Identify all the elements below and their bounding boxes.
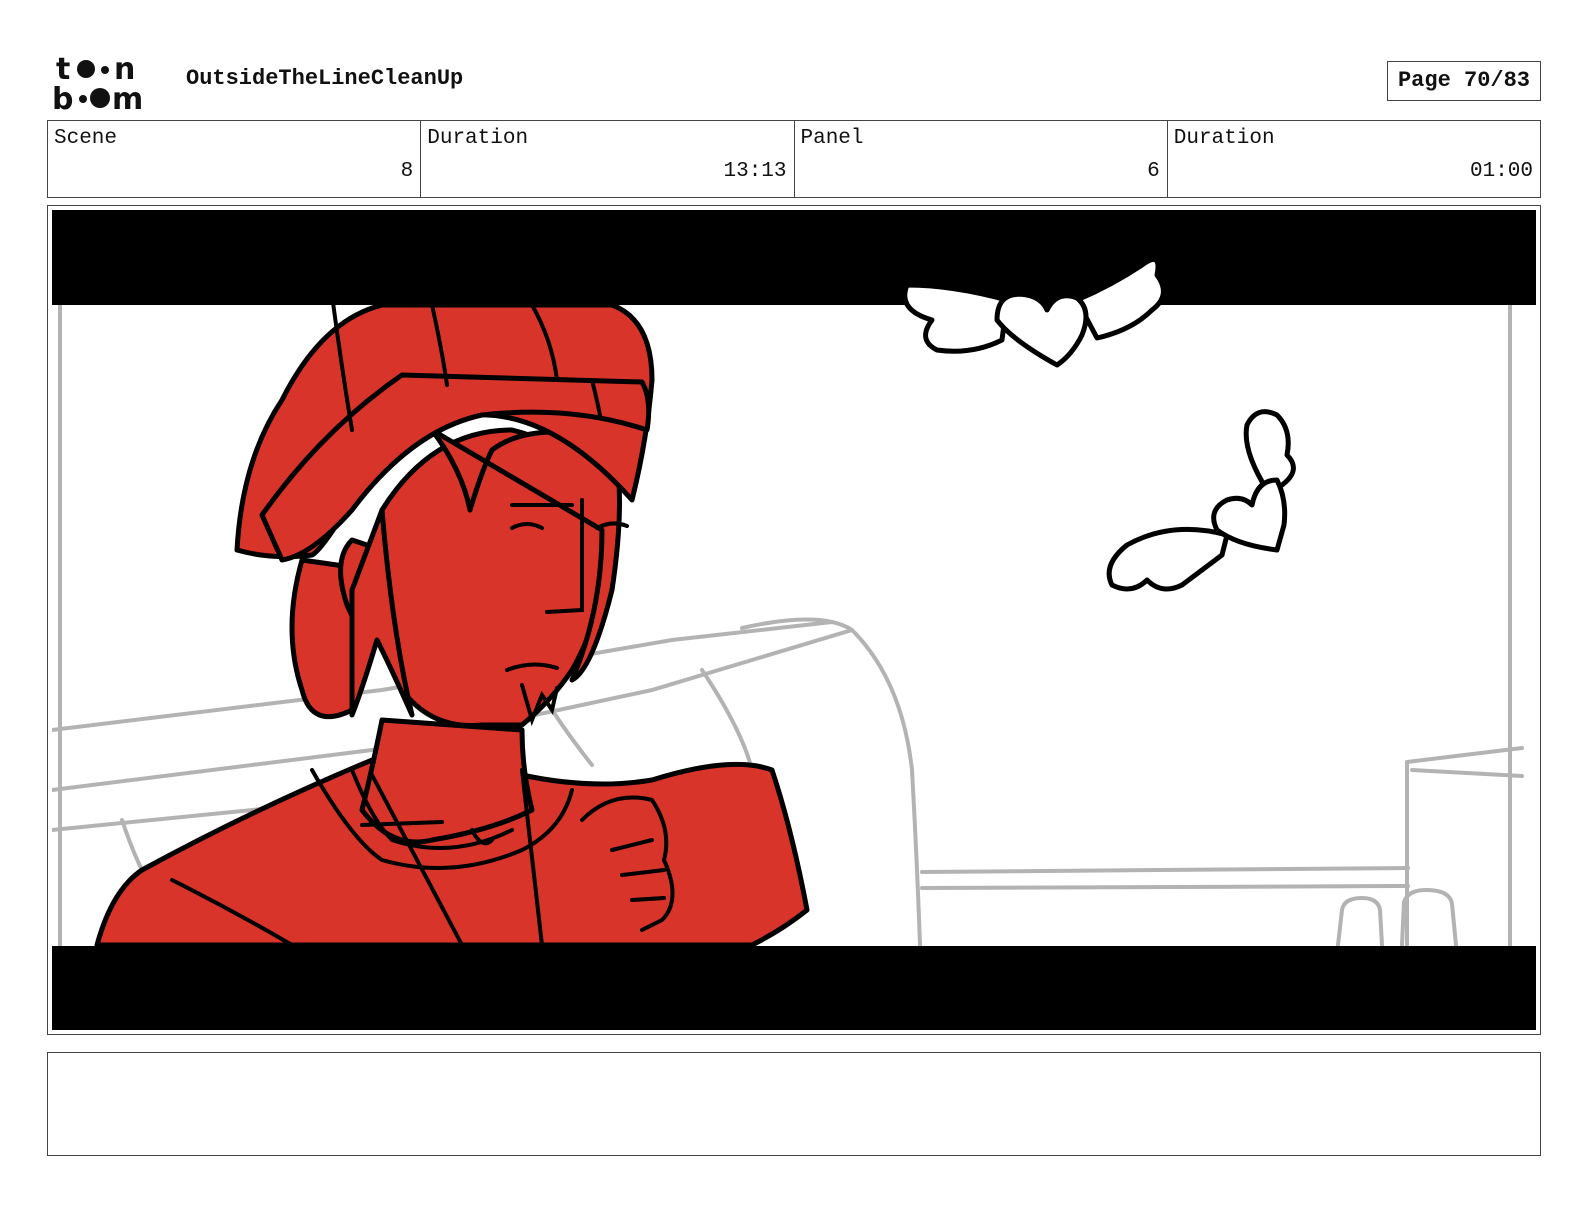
panel-duration-value: 01:00 bbox=[1469, 160, 1533, 183]
storyboard-panel-frame bbox=[47, 205, 1541, 1035]
letterbox-bottom bbox=[52, 946, 1536, 1030]
storyboard-panel-image bbox=[52, 210, 1536, 1030]
scene-label: Scene bbox=[54, 127, 118, 150]
svg-text:m: m bbox=[112, 82, 143, 112]
panel-cell: Panel 6 bbox=[795, 121, 1168, 197]
panel-notes-box bbox=[47, 1052, 1541, 1156]
panel-label: Panel bbox=[800, 127, 864, 150]
scene-value: 8 bbox=[400, 160, 414, 183]
scene-cell: Scene 8 bbox=[48, 121, 422, 197]
project-title: OutsideTheLineCleanUp bbox=[186, 66, 464, 91]
svg-text:b: b bbox=[52, 82, 73, 112]
panel-info-bar: Scene 8 Duration 13:13 Panel 6 Duration … bbox=[47, 120, 1541, 198]
panel-duration-label: Duration bbox=[1173, 127, 1275, 150]
winged-heart-2 bbox=[1106, 409, 1296, 592]
scene-duration-label: Duration bbox=[427, 127, 529, 150]
page-indicator: Page 70/83 bbox=[1387, 61, 1541, 101]
panel-drawing bbox=[52, 210, 1536, 1030]
scene-duration-cell: Duration 13:13 bbox=[421, 121, 795, 197]
panel-value: 6 bbox=[1147, 160, 1160, 183]
scene-duration-value: 13:13 bbox=[723, 160, 787, 183]
panel-duration-cell: Duration 01:00 bbox=[1168, 121, 1540, 197]
toon-boom-logo: t n b m bbox=[52, 52, 143, 112]
letterbox-top bbox=[52, 210, 1536, 305]
